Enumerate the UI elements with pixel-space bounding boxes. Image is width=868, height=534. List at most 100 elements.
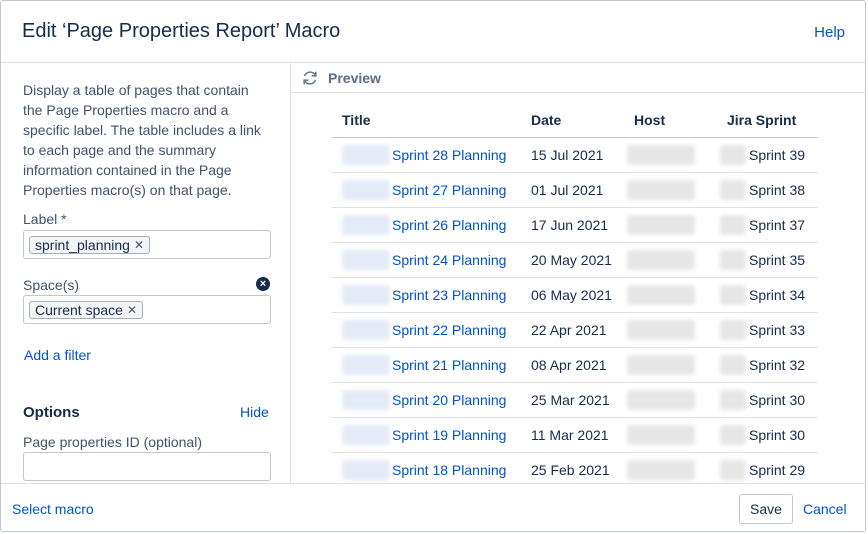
jira-icon bbox=[720, 284, 746, 305]
host-cell bbox=[624, 417, 717, 453]
space-field-label: Space(s) bbox=[23, 277, 80, 293]
title-cell: Sprint 21 Planning bbox=[332, 347, 521, 383]
select-macro-link[interactable]: Select macro bbox=[12, 501, 94, 517]
sprint-cell: Sprint 39 bbox=[717, 137, 818, 173]
host-cell bbox=[624, 242, 717, 278]
page-link[interactable]: Sprint 22 Planning bbox=[392, 322, 506, 338]
page-link[interactable]: Sprint 19 Planning bbox=[392, 427, 506, 443]
title-cell: Sprint 24 Planning bbox=[332, 242, 521, 278]
date-cell: 25 Mar 2021 bbox=[521, 382, 624, 418]
sprint-name: Sprint 37 bbox=[749, 216, 806, 233]
clear-icon[interactable]: × bbox=[256, 277, 270, 291]
host-avatar bbox=[627, 179, 695, 200]
sprint-name: Sprint 33 bbox=[749, 321, 806, 338]
jira-icon bbox=[720, 214, 746, 235]
sprint-name: Sprint 35 bbox=[749, 251, 806, 268]
help-link[interactable]: Help bbox=[814, 24, 845, 41]
page-link[interactable]: Sprint 18 Planning bbox=[392, 462, 506, 478]
host-avatar bbox=[627, 319, 695, 340]
page-link[interactable]: Sprint 23 Planning bbox=[392, 287, 506, 303]
label-input[interactable]: sprint_planning ✕ bbox=[23, 230, 271, 259]
label-field-label: Label * bbox=[23, 211, 67, 227]
sprint-cell: Sprint 33 bbox=[717, 312, 818, 348]
refresh-icon[interactable] bbox=[301, 69, 319, 87]
column-header-date[interactable]: Date bbox=[521, 103, 624, 138]
sprint-cell: Sprint 38 bbox=[717, 172, 818, 208]
page-icon bbox=[342, 144, 390, 165]
page-properties-id-label: Page properties ID (optional) bbox=[23, 434, 202, 450]
table-row: Sprint 19 Planning 11 Mar 2021 Sprint 30 bbox=[332, 417, 818, 453]
page-link[interactable]: Sprint 21 Planning bbox=[392, 357, 506, 373]
jira-icon bbox=[720, 459, 746, 480]
date-cell: 17 Jun 2021 bbox=[521, 207, 624, 243]
date-cell: 11 Mar 2021 bbox=[521, 417, 624, 453]
page-properties-id-input[interactable] bbox=[23, 452, 271, 481]
space-tag: Current space ✕ bbox=[29, 301, 143, 319]
sprint-cell: Sprint 32 bbox=[717, 347, 818, 383]
page-icon bbox=[342, 354, 390, 375]
options-heading: Options bbox=[23, 404, 80, 421]
sprint-cell: Sprint 35 bbox=[717, 242, 818, 278]
column-header-host[interactable]: Host bbox=[624, 103, 717, 138]
host-cell bbox=[624, 452, 717, 483]
date-cell: 01 Jul 2021 bbox=[521, 172, 624, 208]
host-avatar bbox=[627, 424, 695, 445]
title-cell: Sprint 18 Planning bbox=[332, 452, 521, 483]
host-cell bbox=[624, 207, 717, 243]
jira-icon bbox=[720, 319, 746, 340]
host-avatar bbox=[627, 284, 695, 305]
table-row: Sprint 28 Planning 15 Jul 2021 Sprint 39 bbox=[332, 137, 818, 173]
remove-tag-icon[interactable]: ✕ bbox=[134, 237, 144, 254]
table-row: Sprint 20 Planning 25 Mar 2021 Sprint 30 bbox=[332, 382, 818, 418]
sprint-cell: Sprint 30 bbox=[717, 382, 818, 418]
date-cell: 22 Apr 2021 bbox=[521, 312, 624, 348]
macro-description: Display a table of pages that contain th… bbox=[23, 82, 261, 198]
title-cell: Sprint 27 Planning bbox=[332, 172, 521, 208]
jira-icon bbox=[720, 389, 746, 410]
table-header-row: Title Date Host Jira Sprint bbox=[332, 103, 818, 138]
title-cell: Sprint 28 Planning bbox=[332, 137, 521, 173]
title-cell: Sprint 23 Planning bbox=[332, 277, 521, 313]
dialog-footer: Select macro Save Cancel bbox=[1, 483, 865, 531]
page-link[interactable]: Sprint 28 Planning bbox=[392, 147, 506, 163]
remove-tag-icon[interactable]: ✕ bbox=[127, 302, 137, 319]
jira-icon bbox=[720, 144, 746, 165]
table-row: Sprint 24 Planning 20 May 2021 Sprint 35 bbox=[332, 242, 818, 278]
page-link[interactable]: Sprint 20 Planning bbox=[392, 392, 506, 408]
table-row: Sprint 26 Planning 17 Jun 2021 Sprint 37 bbox=[332, 207, 818, 243]
page-icon bbox=[342, 284, 390, 305]
preview-label: Preview bbox=[328, 70, 381, 86]
page-link[interactable]: Sprint 27 Planning bbox=[392, 182, 506, 198]
title-cell: Sprint 26 Planning bbox=[332, 207, 521, 243]
macro-settings-panel: Display a table of pages that contain th… bbox=[1, 63, 291, 483]
column-header-title[interactable]: Title bbox=[332, 103, 521, 138]
date-cell: 25 Feb 2021 bbox=[521, 452, 624, 483]
page-icon bbox=[342, 214, 390, 235]
page-icon bbox=[342, 179, 390, 200]
space-input[interactable]: Current space ✕ bbox=[23, 295, 271, 324]
column-header-jira-sprint[interactable]: Jira Sprint bbox=[717, 103, 818, 138]
sprint-cell: Sprint 37 bbox=[717, 207, 818, 243]
page-link[interactable]: Sprint 24 Planning bbox=[392, 252, 506, 268]
host-avatar bbox=[627, 459, 695, 480]
space-tag-text: Current space bbox=[35, 301, 123, 318]
add-filter-link[interactable]: Add a filter bbox=[24, 347, 91, 363]
page-icon bbox=[342, 459, 390, 480]
sprint-name: Sprint 30 bbox=[749, 391, 806, 408]
date-cell: 06 May 2021 bbox=[521, 277, 624, 313]
table-row: Sprint 27 Planning 01 Jul 2021 Sprint 38 bbox=[332, 172, 818, 208]
label-tag-text: sprint_planning bbox=[35, 236, 130, 253]
hide-options-link[interactable]: Hide bbox=[240, 404, 269, 420]
title-cell: Sprint 19 Planning bbox=[332, 417, 521, 453]
sprint-name: Sprint 34 bbox=[749, 286, 806, 303]
report-table: Title Date Host Jira Sprint Sprint 28 Pl… bbox=[332, 103, 818, 483]
cancel-link[interactable]: Cancel bbox=[803, 501, 847, 517]
table-row: Sprint 23 Planning 06 May 2021 Sprint 34 bbox=[332, 277, 818, 313]
jira-icon bbox=[720, 424, 746, 445]
host-cell bbox=[624, 137, 717, 173]
page-link[interactable]: Sprint 26 Planning bbox=[392, 217, 506, 233]
sprint-name: Sprint 30 bbox=[749, 426, 806, 443]
save-button[interactable]: Save bbox=[739, 494, 793, 524]
sprint-name: Sprint 29 bbox=[749, 461, 806, 478]
dialog-header: Edit ‘Page Properties Report’ Macro Help bbox=[1, 1, 865, 63]
